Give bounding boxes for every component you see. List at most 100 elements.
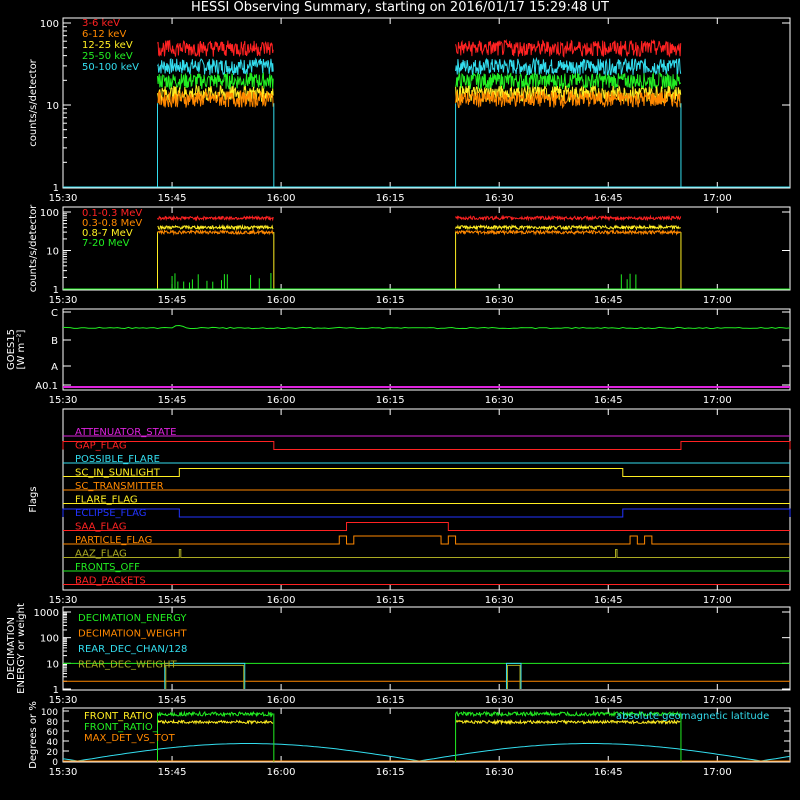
x-tick-label-flags: 15:30 [49,595,78,606]
y-tick-label-goes: C [51,308,58,319]
x-tick-label-flags: 16:00 [267,595,296,606]
x-tick-label-flags: 15:45 [158,595,187,606]
y-tick-label-lightcurves: 100 [40,19,59,30]
x-tick-label-ratios: 15:30 [49,767,78,778]
series-line-0.3-0.8 MeV [455,228,681,236]
legend-entry-lightcurves: 6-12 keV [82,29,126,40]
flag-line-aaz_flag [63,549,790,558]
series-line-front-ratio [157,718,274,725]
series-line-50-100 keV [157,57,274,77]
y-axis-label-gamma: counts/s/detector [28,204,39,292]
series-line-25-50 keV [455,71,682,90]
y-tick-label-ratios: 100 [41,708,58,718]
x-tick-label-goes: 17:00 [703,395,732,406]
legend-entry-gamma: 7-20 MeV [82,238,130,249]
legend-entry-ratios: FRONT_RATIO [84,711,153,722]
x-tick-label-lightcurves: 16:00 [267,193,296,204]
x-tick-label-goes: 16:45 [594,395,623,406]
flag-line-saa_flag [63,522,790,531]
x-tick-label-flags: 16:30 [485,595,514,606]
x-tick-label-flags: 17:00 [703,595,732,606]
flag-line-sc_in_sunlight [63,468,790,477]
y-tick-label-lightcurves: 1 [53,183,59,194]
y-tick-label-lightcurves: 10 [46,101,59,112]
panel-frame-goes [62,308,791,391]
x-tick-label-decimation: 16:45 [594,695,623,706]
y-tick-label-decimation: 100 [40,634,59,645]
y-tick-label-goes: B [51,336,58,347]
x-tick-label-flags: 16:15 [376,595,405,606]
x-tick-label-lightcurves: 16:15 [376,193,405,204]
series-line-0.1-0.3 MeV [455,214,682,222]
legend-entry-lightcurves: 3-6 keV [82,18,120,29]
flag-line-particle_flag [63,535,790,545]
flag-label-attenuator_state: ATTENUATOR_STATE [75,427,176,438]
series-line-0.3-0.8 MeV [157,228,274,236]
series-line-front-ratio-2 [157,710,274,718]
x-tick-label-decimation: 17:00 [703,695,732,706]
x-tick-label-lightcurves: 16:45 [594,193,623,204]
y-tick-label-goes: A [51,362,58,373]
series-line-0.1-0.3 MeV [157,214,274,222]
series-line-goes-long [62,324,791,330]
x-tick-label-goes: 16:30 [485,395,514,406]
x-tick-label-ratios: 15:45 [158,767,187,778]
y-tick-label-decimation: 1000 [34,608,59,619]
series-line-3-6 keV [157,39,274,58]
x-tick-label-lightcurves: 17:00 [703,193,732,204]
x-tick-label-decimation: 15:30 [49,695,78,706]
x-tick-label-ratios: 16:15 [376,767,405,778]
y-tick-label-ratios: 60 [47,728,59,738]
y-axis-label2-decimation: ENERGY or weight [16,603,27,694]
observing-summary-chart: 15:30 15:45 16:00 16:15 16:30 16:45 17:00 count… [6,17,791,778]
flag-label-flare_flag: FLARE_FLAG [75,495,138,506]
series-line-rear-dec-chan [164,662,246,689]
y-tick-label-gamma: 100 [40,208,59,219]
x-tick-label-lightcurves: 16:30 [485,193,514,204]
y-axis-label-flags: Flags [28,486,39,512]
flag-label-sc_in_sunlight: SC_IN_SUNLIGHT [75,468,161,479]
legend-entry-ratios: MAX_DET_VS_TOT [84,733,176,744]
y-tick-label-gamma: 1 [53,285,59,296]
x-tick-label-gamma: 16:30 [485,295,514,306]
y-axis-label-ratios: Degrees or % [28,701,39,769]
legend-entry-decimation: DECIMATION_WEIGHT [78,629,187,640]
flag-label-bad_packets: BAD_PACKETS [75,576,146,587]
y-tick-label-ratios: 80 [47,718,59,728]
x-tick-label-flags: 16:45 [594,595,623,606]
x-tick-label-goes: 16:00 [267,395,296,406]
x-tick-label-decimation: 16:15 [376,695,405,706]
flag-label-aaz_flag: AAZ_FLAG [75,549,127,560]
x-tick-label-ratios: 16:00 [267,767,296,778]
legend-entry-lightcurves: 12-25 keV [82,40,133,51]
flag-label-possible_flare: POSSIBLE_FLARE [75,454,160,465]
y-tick-label-gamma: 10 [46,247,59,258]
flag-line-gap_flag [62,441,791,450]
flag-label-saa_flag: SAA_FLAG [75,522,126,533]
legend-entry-ratios: FRONT_RATIO_ [84,722,159,733]
x-tick-label-ratios: 17:00 [703,767,732,778]
legend-entry-decimation: DECIMATION_ENERGY [78,613,187,624]
legend-entry-lightcurves: 50-100 keV [82,62,139,73]
x-tick-label-goes: 15:30 [49,395,78,406]
y-tick-label-goes: A0.1 [35,381,58,392]
y-tick-label-decimation: 1 [53,685,59,696]
y-tick-label-ratios: 0 [52,758,58,768]
series-line-50-100 keV [455,56,682,76]
flag-label-gap_flag: GAP_FLAG [75,441,127,452]
flag-label-fronts_off: FRONTS_OFF [75,562,140,573]
x-tick-label-lightcurves: 15:45 [158,193,187,204]
annotation-geomagnetic-latitude: absolute geomagnetic latitude [616,711,769,722]
x-tick-label-gamma: 16:00 [267,295,296,306]
x-tick-label-gamma: 16:45 [594,295,623,306]
y-tick-label-ratios: 40 [47,738,59,748]
x-tick-label-goes: 16:15 [376,395,405,406]
x-tick-label-goes: 15:45 [158,395,187,406]
y-tick-label-decimation: 10 [46,659,59,670]
flag-label-particle_flag: PARTICLE_FLAG [75,535,152,546]
x-tick-label-decimation: 16:30 [485,695,514,706]
legend-entry-lightcurves: 25-50 keV [82,51,133,62]
x-tick-label-lightcurves: 15:30 [49,193,78,204]
flag-label-eclipse_flag: ECLIPSE_FLAG [75,508,146,519]
x-tick-label-ratios: 16:45 [594,767,623,778]
